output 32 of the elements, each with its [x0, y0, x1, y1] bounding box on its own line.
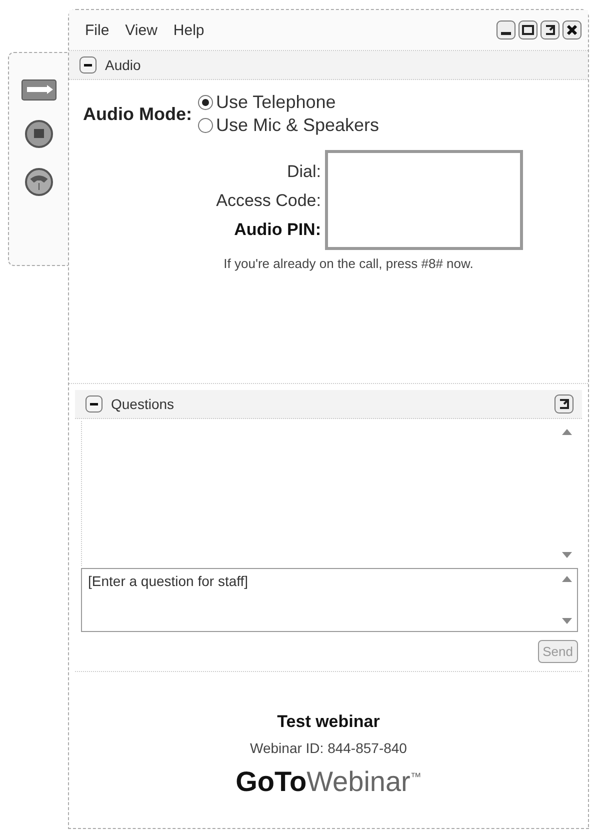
- menu-item[interactable]: View: [125, 22, 158, 38]
- question-field[interactable]: [Enter a question for staff]: [81, 568, 578, 632]
- menu-item[interactable]: Help: [173, 22, 204, 38]
- collapse-icon[interactable]: [85, 395, 103, 413]
- handset-icon[interactable]: [24, 167, 54, 197]
- screen-icon[interactable]: [20, 79, 56, 101]
- logo: GoToWebinar$^{™}$: [236, 766, 422, 798]
- close-icon[interactable]: [562, 20, 582, 40]
- field-label: Dial:: [286, 160, 321, 182]
- scroll-down-icon[interactable]: [562, 618, 572, 624]
- panel-title: Questions: [111, 396, 176, 412]
- menu-item[interactable]: File: [85, 22, 110, 38]
- collapse-icon[interactable]: [79, 56, 97, 74]
- field-label: Audio PIN:: [234, 218, 321, 240]
- scroll-up-icon[interactable]: [562, 576, 572, 582]
- undock-icon[interactable]: [540, 20, 560, 40]
- hint-text: If you're already on the call, press #8# now.: [222, 256, 474, 271]
- microphone-icon[interactable]: [24, 119, 54, 149]
- radio-button[interactable]: [198, 118, 213, 133]
- radio-option[interactable]: Use Telephone: [198, 92, 380, 113]
- webinar-id: Webinar ID: 844-857-840: [250, 740, 407, 756]
- webinar-title: Test webinar: [277, 712, 380, 732]
- scroll-up-icon[interactable]: [562, 429, 572, 435]
- minimize-icon[interactable]: [496, 20, 516, 40]
- window-icon[interactable]: [518, 20, 538, 40]
- audio-mode-label: Audio Mode:: [83, 104, 192, 124]
- radio-button[interactable]: [198, 95, 213, 110]
- scroll-down-icon[interactable]: [562, 552, 572, 558]
- undock-icon[interactable]: [554, 394, 574, 414]
- radio-option[interactable]: Use Mic & Speakers: [198, 115, 380, 136]
- field-label: Access Code:: [216, 190, 321, 212]
- panel-title: Audio: [105, 57, 142, 73]
